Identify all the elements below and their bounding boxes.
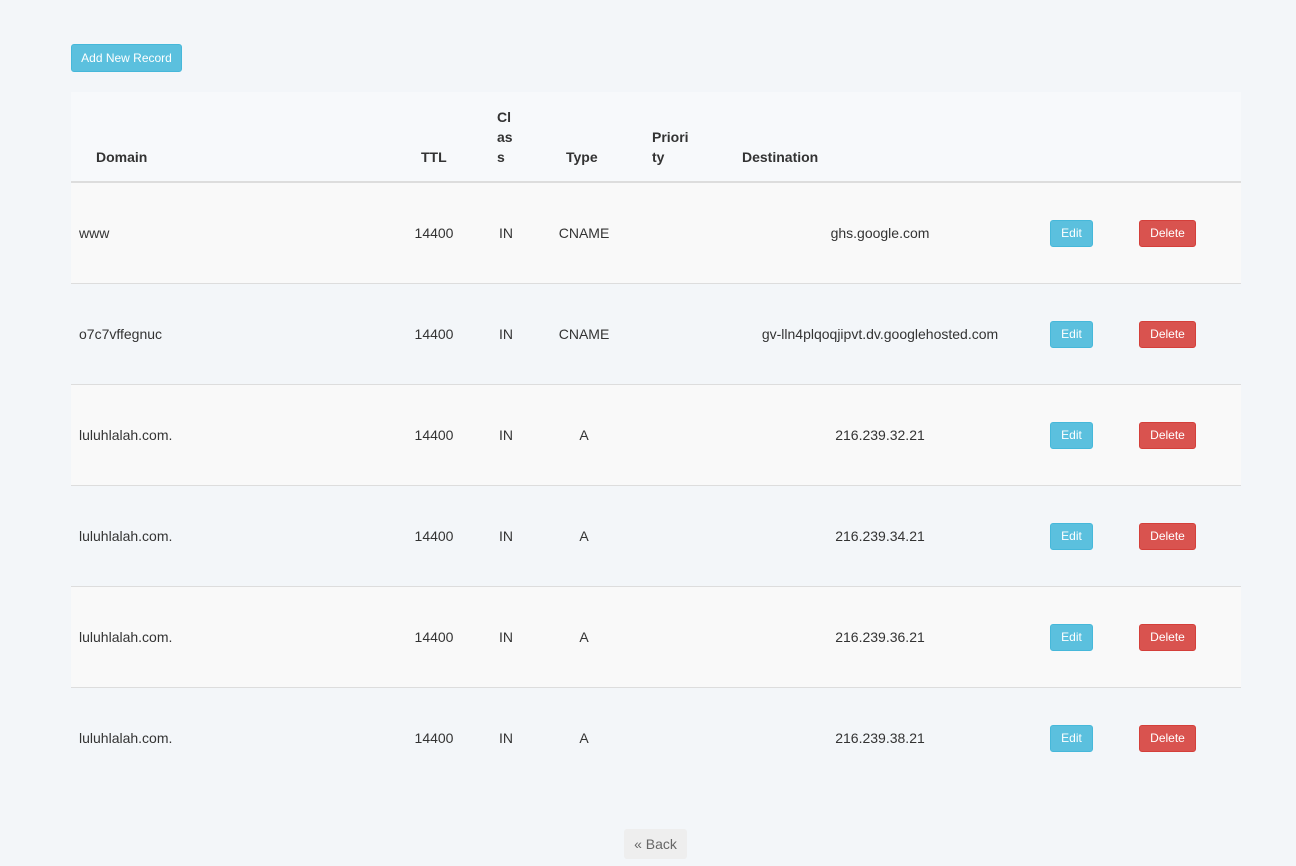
cell-ttl: 14400 [414,730,454,746]
table-row: luluhlalah.com. 14400 IN A 216.239.34.21… [71,486,1241,587]
header-class-line: s [497,149,505,165]
cell-domain: luluhlalah.com. [79,730,173,746]
table-body: www 14400 IN CNAME ghs.google.com Edit D… [71,183,1241,789]
edit-button[interactable]: Edit [1050,422,1093,449]
header-ttl: TTL [421,149,447,165]
edit-button[interactable]: Edit [1050,523,1093,550]
header-class-line: as [497,129,513,145]
cell-type: A [579,427,589,443]
add-new-record-button[interactable]: Add New Record [71,44,182,72]
cell-domain: luluhlalah.com. [79,528,173,544]
cell-domain: www [79,225,110,241]
cell-type: A [579,528,589,544]
header-type: Type [566,149,598,165]
cell-type: CNAME [558,225,610,241]
cell-class: IN [499,326,513,342]
table-row: luluhlalah.com. 14400 IN A 216.239.36.21… [71,587,1241,688]
delete-button[interactable]: Delete [1139,422,1196,449]
edit-button[interactable]: Edit [1050,725,1093,752]
cell-ttl: 14400 [414,528,454,544]
delete-button[interactable]: Delete [1139,624,1196,651]
delete-button[interactable]: Delete [1139,725,1196,752]
cell-type: A [579,730,589,746]
table-row: o7c7vffegnuc 14400 IN CNAME gv-lln4plqoq… [71,284,1241,385]
cell-destination: ghs.google.com [830,225,930,241]
cell-ttl: 14400 [414,225,454,241]
cell-destination: 216.239.38.21 [835,730,925,746]
cell-class: IN [499,730,513,746]
cell-destination: 216.239.32.21 [835,427,925,443]
table-row: luluhlalah.com. 14400 IN A 216.239.38.21… [71,688,1241,789]
delete-button[interactable]: Delete [1139,321,1196,348]
header-domain: Domain [96,149,148,165]
cell-ttl: 14400 [414,326,454,342]
cell-domain: luluhlalah.com. [79,427,173,443]
cell-class: IN [499,427,513,443]
cell-destination: 216.239.34.21 [835,528,925,544]
cell-type: A [579,629,589,645]
header-class-line: Cl [497,109,511,125]
back-button[interactable]: « Back [624,829,687,859]
header-destination: Destination [742,149,819,165]
delete-button[interactable]: Delete [1139,523,1196,550]
cell-domain: luluhlalah.com. [79,629,173,645]
cell-ttl: 14400 [414,629,454,645]
header-priority-line: ty [652,149,665,165]
edit-button[interactable]: Edit [1050,321,1093,348]
dns-records-table: Domain TTL Cl as s Type Priori ty Destin… [71,92,1241,789]
cell-type: CNAME [558,326,610,342]
cell-destination: gv-lln4plqoqjipvt.dv.googlehosted.com [761,326,999,342]
table-row: www 14400 IN CNAME ghs.google.com Edit D… [71,183,1241,284]
header-priority: Priori ty [652,127,689,167]
edit-button[interactable]: Edit [1050,624,1093,651]
delete-button[interactable]: Delete [1139,220,1196,247]
edit-button[interactable]: Edit [1050,220,1093,247]
cell-class: IN [499,629,513,645]
cell-destination: 216.239.36.21 [835,629,925,645]
dns-records-page: Add New Record Domain TTL Cl as s Type P… [0,0,1296,866]
table-row: luluhlalah.com. 14400 IN A 216.239.32.21… [71,385,1241,486]
cell-ttl: 14400 [414,427,454,443]
header-priority-line: Priori [652,129,689,145]
cell-domain: o7c7vffegnuc [79,326,163,342]
table-header: Domain TTL Cl as s Type Priori ty Destin… [71,92,1241,183]
cell-class: IN [499,528,513,544]
cell-class: IN [499,225,513,241]
header-class: Cl as s [497,107,513,167]
